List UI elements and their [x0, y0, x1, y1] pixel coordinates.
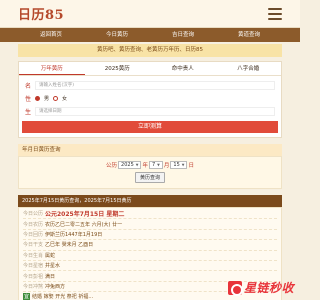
result-row: 今日星宿 井星水 [23, 261, 277, 272]
result-key: 今日干支 [23, 242, 44, 249]
calendar-prefix: 公历 [106, 163, 118, 169]
day-unit: 日 [188, 163, 194, 169]
result-key: 今日公历 [23, 211, 44, 218]
gender-female-label: 女 [62, 96, 68, 102]
result-value: 农历乙巳二零二五年 六月(大) 廿一 [45, 221, 123, 228]
gender-female-radio[interactable] [53, 96, 59, 101]
main-nav: 返回首页 今日黄历 吉日查询 黄道查询 [0, 28, 300, 42]
result-value: 井星水 [45, 263, 61, 270]
date-input[interactable]: 请选择日期 [35, 107, 275, 116]
form-tabs: 万年黄历 2025黄历 命中贵人 八字合婚 [19, 62, 281, 76]
result-row: 今日干支 乙巳年 癸未月 乙酉日 [23, 240, 277, 251]
tab-hehun[interactable]: 八字合婚 [216, 62, 282, 75]
watermark-text: 星链秒收 [243, 281, 294, 295]
date-label: 生 [25, 109, 32, 116]
month-select[interactable]: 7 ▼ [148, 161, 163, 169]
result-value: 冲兔西方 [45, 283, 66, 290]
result-row: 今日回历 伊斯兰历1447年1月19日 [23, 230, 277, 241]
watermark: 星链秒收 [227, 279, 294, 296]
result-key: 今日冲煞 [23, 283, 44, 290]
gender-male-radio[interactable] [35, 96, 40, 101]
result-row: 今日生肖 属蛇 [23, 251, 277, 261]
date-selects: 公历 2025 ▼ 年 7 ▼ 月 15 ▼ 日 [19, 161, 281, 169]
result-key: 今日农历 [23, 221, 44, 228]
gender-label: 性 [25, 96, 32, 103]
year-unit: 年 [142, 163, 148, 169]
name-label: 名 [25, 83, 32, 90]
gender-row: 性 男 女 [22, 93, 278, 104]
result-key: 今日彭祖 [23, 273, 44, 280]
result-heading: 2025年7月15日黄历查询，2025年7月15日黄历 [18, 195, 282, 207]
month-unit: 月 [163, 163, 170, 169]
result-value: 伊斯兰历1447年1月19日 [45, 231, 103, 238]
day-select[interactable]: 15 ▼ [170, 161, 188, 169]
result-value: 满日 [45, 273, 56, 280]
result-value: 属蛇 [45, 252, 56, 259]
date-query-title: 年月日黄历查询 [18, 144, 282, 156]
query-button[interactable]: 黄历查询 [134, 172, 165, 183]
tab-2025[interactable]: 2025黄历 [85, 62, 151, 75]
result-value: 乙巳年 癸未月 乙酉日 [45, 242, 94, 249]
name-row: 名 请输入姓名(汉字) [22, 80, 278, 91]
result-key: 今日生肖 [23, 252, 44, 259]
watermark-logo-icon [227, 280, 243, 296]
header: 日历85 [0, 0, 300, 28]
gender-male-label: 男 [44, 96, 50, 102]
yi-badge: 宜 [23, 293, 31, 300]
year-select[interactable]: 2025 ▼ [118, 161, 142, 169]
notice-bar: 黄历吧、黄历查询、老黄历万年历、日历85 [18, 44, 282, 57]
date-row: 生 请选择日期 [22, 106, 278, 117]
nav-item-huangdao[interactable]: 黄道查询 [216, 28, 282, 42]
name-input[interactable]: 请输入姓名(汉字) [35, 81, 275, 90]
date-query-section: 年月日黄历查询 公历 2025 ▼ 年 7 ▼ 月 15 ▼ 日 黄历查询 [18, 144, 282, 189]
nav-item-today[interactable]: 今日黄历 [84, 28, 150, 42]
tab-guiren[interactable]: 命中贵人 [150, 62, 216, 75]
result-row: 今日公历 公元2025年7月15日 星期二 [23, 209, 277, 220]
result-key: 今日回历 [23, 231, 44, 238]
result-value: 公元2025年7月15日 星期二 [45, 211, 125, 219]
result-row: 今日农历 农历乙巳二零二五年 六月(大) 廿一 [23, 219, 277, 230]
submit-button[interactable]: 立即测算 [22, 121, 278, 133]
fortune-form: 万年黄历 2025黄历 命中贵人 八字合婚 名 请输入姓名(汉字) 性 男 女 … [18, 61, 282, 138]
tab-wannian[interactable]: 万年黄历 [19, 62, 85, 75]
site-logo[interactable]: 日历85 [18, 4, 64, 23]
menu-icon[interactable] [268, 7, 282, 20]
nav-item-auspicious[interactable]: 吉日查询 [150, 28, 216, 42]
result-key: 今日星宿 [23, 263, 44, 270]
nav-item-home[interactable]: 返回首页 [18, 28, 84, 42]
yi-text: 结婚 嫁娶 开光 祭祀 祈福... [32, 294, 94, 300]
